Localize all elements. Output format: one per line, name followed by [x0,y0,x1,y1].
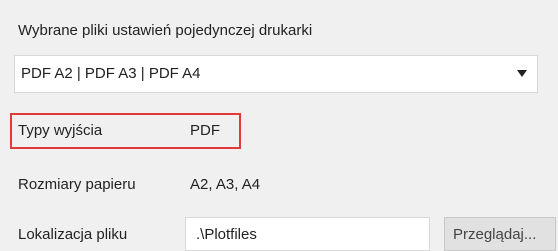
paper-sizes-value: A2, A3, A4 [190,176,261,193]
settings-files-value: PDF A2 | PDF A3 | PDF A4 [21,65,201,82]
file-location-label: Lokalizacja pliku [18,226,128,243]
browse-button[interactable]: Przeglądaj... [444,217,556,251]
settings-files-dropdown[interactable]: PDF A2 | PDF A3 | PDF A4 [14,55,538,93]
section-title: Wybrane pliki ustawień pojedynczej druka… [18,22,313,39]
file-location-input[interactable]: .\Plotfiles [185,217,430,251]
paper-sizes-label: Rozmiary papieru [18,176,136,193]
output-type-value: PDF [190,122,220,139]
file-location-value: .\Plotfiles [196,226,257,243]
browse-button-label: Przeglądaj... [453,226,537,243]
output-type-label: Typy wyjścia [18,122,103,139]
chevron-down-icon[interactable] [517,70,527,77]
